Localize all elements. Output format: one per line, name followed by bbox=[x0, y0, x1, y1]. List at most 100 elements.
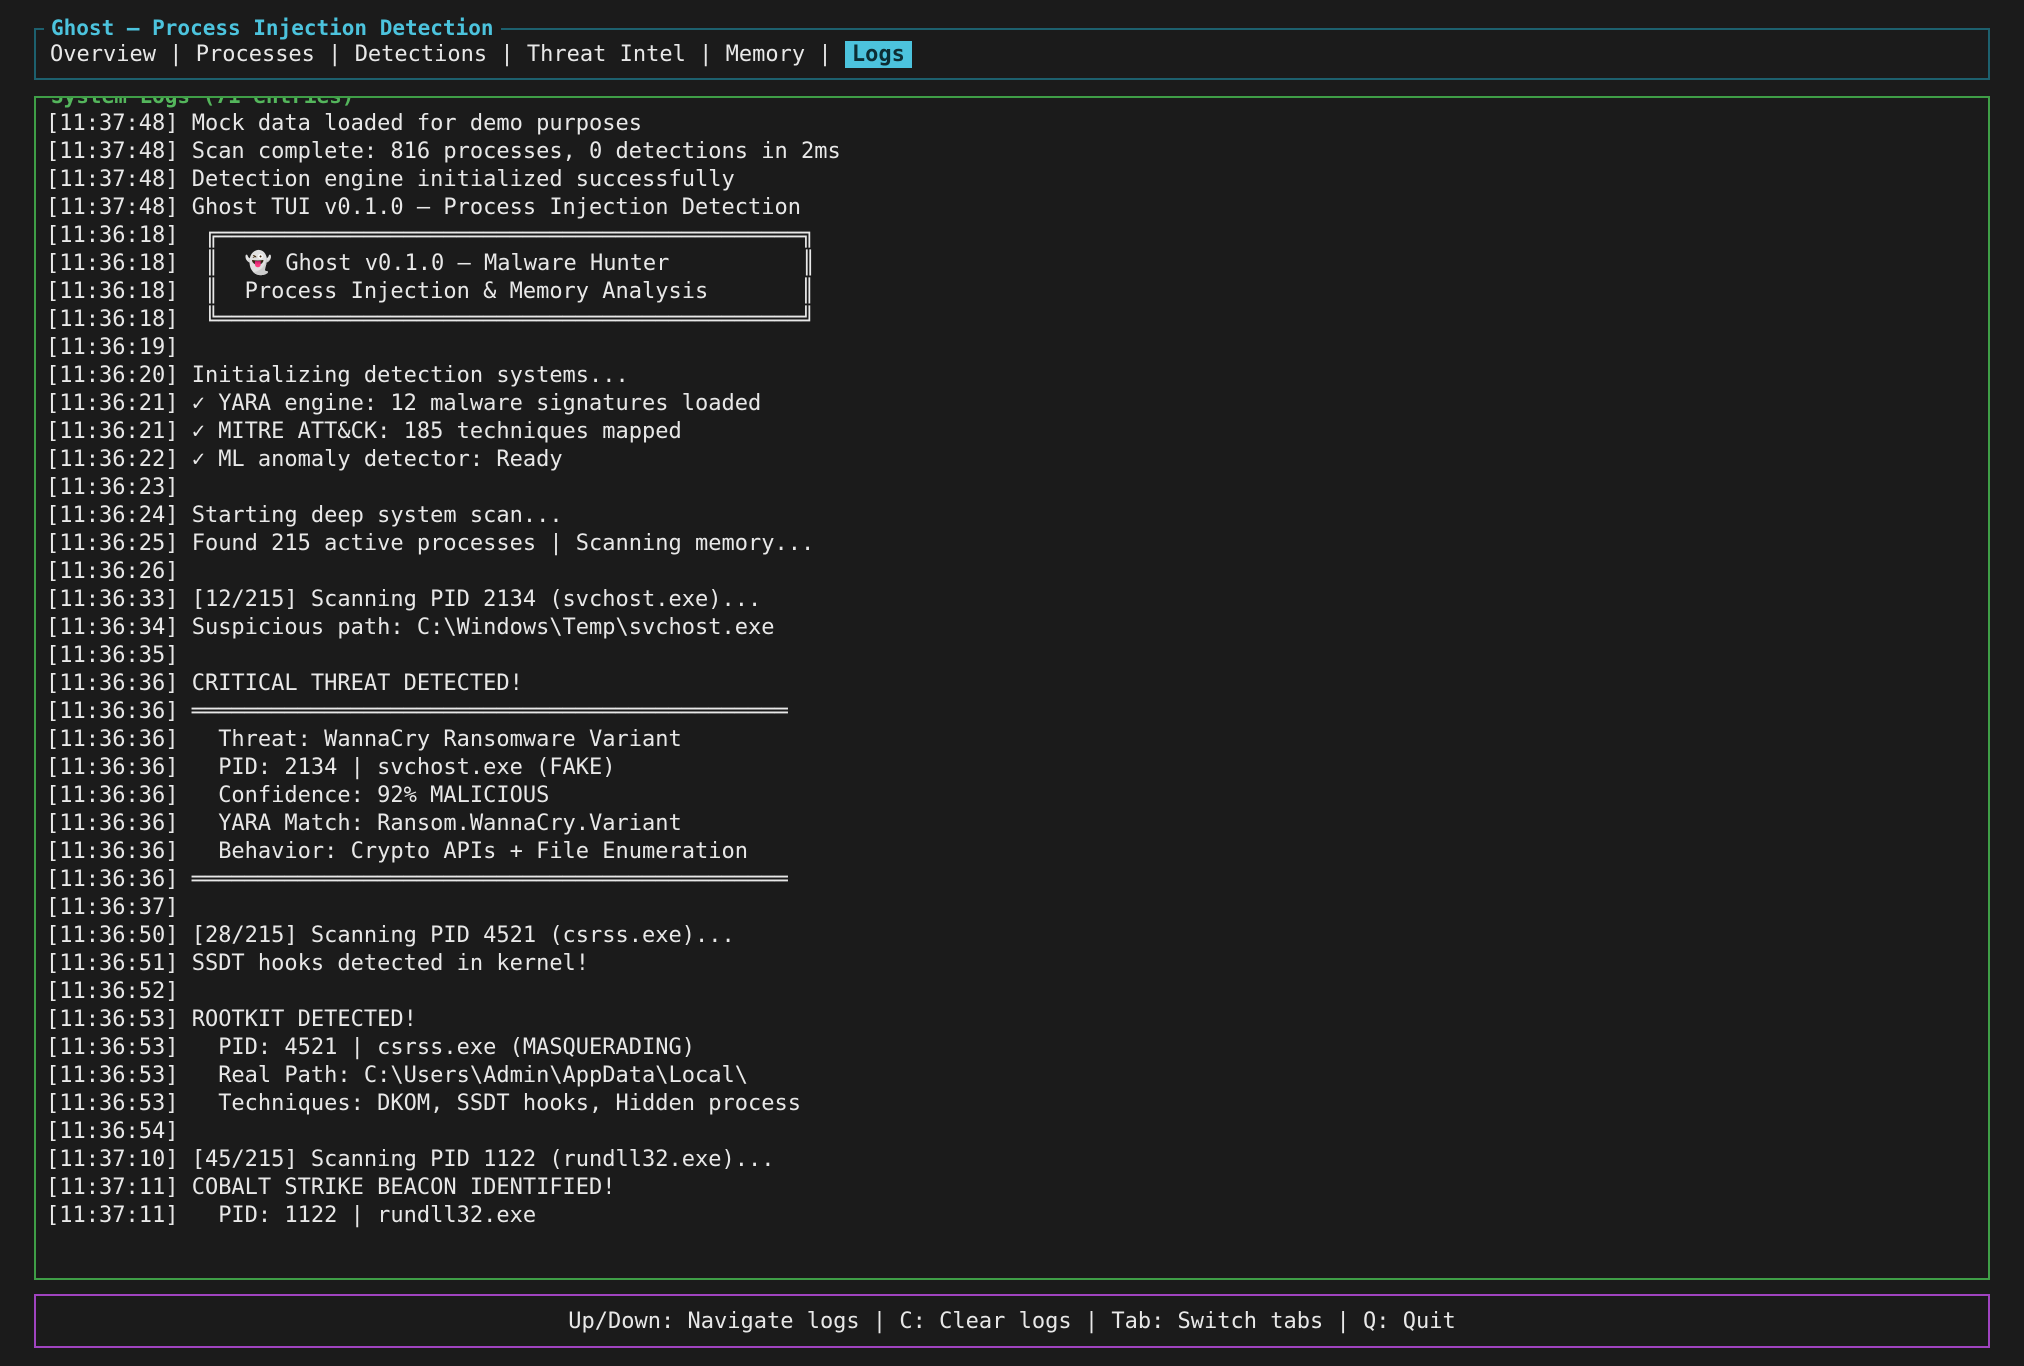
log-timestamp: [11:37:48] bbox=[46, 139, 178, 164]
log-message: ════════════════════════════════════════… bbox=[178, 699, 787, 724]
log-entry: [11:36:18] ║ 👻 Ghost v0.1.0 — Malware Hu… bbox=[46, 250, 1978, 278]
log-timestamp: [11:36:54] bbox=[46, 1119, 178, 1144]
log-message: Behavior: Crypto APIs + File Enumeration bbox=[178, 839, 748, 864]
log-timestamp: [11:36:36] bbox=[46, 839, 178, 864]
tab-processes[interactable]: Processes bbox=[196, 42, 315, 67]
log-message: ║ 👻 Ghost v0.1.0 — Malware Hunter ║ bbox=[178, 251, 815, 276]
log-entry: [11:36:21] ✓ YARA engine: 12 malware sig… bbox=[46, 390, 1978, 418]
log-message: Ghost TUI v0.1.0 — Process Injection Det… bbox=[178, 195, 801, 220]
tab-threat-intel[interactable]: Threat Intel bbox=[527, 42, 686, 67]
log-timestamp: [11:37:11] bbox=[46, 1175, 178, 1200]
log-entry: [11:36:34] Suspicious path: C:\Windows\T… bbox=[46, 614, 1978, 642]
log-timestamp: [11:36:53] bbox=[46, 1091, 178, 1116]
log-entry: [11:36:24] Starting deep system scan... bbox=[46, 502, 1978, 530]
log-message: Real Path: C:\Users\Admin\AppData\Local\ bbox=[178, 1063, 748, 1088]
log-entry: [11:37:11] COBALT STRIKE BEACON IDENTIFI… bbox=[46, 1174, 1978, 1202]
tab-logs[interactable]: Logs bbox=[845, 41, 912, 68]
log-message: ║ Process Injection & Memory Analysis ║ bbox=[178, 279, 814, 304]
log-message: YARA Match: Ransom.WannaCry.Variant bbox=[178, 811, 681, 836]
logs-panel: System Logs (71 entries) [11:37:48] Mock… bbox=[34, 96, 1990, 1280]
log-timestamp: [11:36:53] bbox=[46, 1063, 178, 1088]
log-entry: [11:36:33] [12/215] Scanning PID 2134 (s… bbox=[46, 586, 1978, 614]
log-timestamp: [11:36:51] bbox=[46, 951, 178, 976]
log-entry: [11:36:22] ✓ ML anomaly detector: Ready bbox=[46, 446, 1978, 474]
log-timestamp: [11:37:11] bbox=[46, 1203, 178, 1228]
log-message: PID: 2134 | svchost.exe (FAKE) bbox=[178, 755, 615, 780]
terminal-screen: Ghost — Process Injection Detection Over… bbox=[0, 0, 2024, 1366]
log-message: Suspicious path: C:\Windows\Temp\svchost… bbox=[178, 615, 774, 640]
log-entry: [11:36:20] Initializing detection system… bbox=[46, 362, 1978, 390]
log-timestamp: [11:36:18] bbox=[46, 279, 178, 304]
tab-separator: | bbox=[686, 42, 726, 67]
log-message: ╚═══════════════════════════════════════… bbox=[178, 307, 814, 332]
log-message: ✓ MITRE ATT&CK: 185 techniques mapped bbox=[178, 419, 681, 444]
log-message: CRITICAL THREAT DETECTED! bbox=[178, 671, 522, 696]
log-message: COBALT STRIKE BEACON IDENTIFIED! bbox=[178, 1175, 615, 1200]
log-message: ✓ YARA engine: 12 malware signatures loa… bbox=[178, 391, 761, 416]
log-timestamp: [11:36:18] bbox=[46, 307, 178, 332]
tab-detections[interactable]: Detections bbox=[355, 42, 487, 67]
tab-separator: | bbox=[487, 42, 527, 67]
tab-memory[interactable]: Memory bbox=[726, 42, 805, 67]
log-message: ╔═══════════════════════════════════════… bbox=[178, 223, 814, 248]
log-entry: [11:36:37] bbox=[46, 894, 1978, 922]
log-timestamp: [11:36:50] bbox=[46, 923, 178, 948]
log-message: Initializing detection systems... bbox=[178, 363, 628, 388]
log-timestamp: [11:36:21] bbox=[46, 419, 178, 444]
log-timestamp: [11:36:36] bbox=[46, 811, 178, 836]
log-timestamp: [11:36:22] bbox=[46, 447, 178, 472]
log-entry: [11:36:18] ╚════════════════════════════… bbox=[46, 306, 1978, 334]
footer-bar: Up/Down: Navigate logs | C: Clear logs |… bbox=[34, 1294, 1990, 1348]
log-timestamp: [11:36:25] bbox=[46, 531, 178, 556]
log-entry: [11:36:36] Threat: WannaCry Ransomware V… bbox=[46, 726, 1978, 754]
log-timestamp: [11:36:18] bbox=[46, 223, 178, 248]
log-message: Scan complete: 816 processes, 0 detectio… bbox=[178, 139, 840, 164]
log-message: [28/215] Scanning PID 4521 (csrss.exe)..… bbox=[178, 923, 734, 948]
log-entry: [11:36:36] CRITICAL THREAT DETECTED! bbox=[46, 670, 1978, 698]
log-timestamp: [11:37:10] bbox=[46, 1147, 178, 1172]
log-entry: [11:37:10] [45/215] Scanning PID 1122 (r… bbox=[46, 1146, 1978, 1174]
log-entry: [11:36:18] ╔════════════════════════════… bbox=[46, 222, 1978, 250]
log-entry: [11:37:48] Ghost TUI v0.1.0 — Process In… bbox=[46, 194, 1978, 222]
log-timestamp: [11:36:35] bbox=[46, 643, 178, 668]
app-title: Ghost — Process Injection Detection bbox=[44, 15, 501, 42]
log-timestamp: [11:36:52] bbox=[46, 979, 178, 1004]
log-timestamp: [11:36:36] bbox=[46, 867, 178, 892]
log-list[interactable]: [11:37:48] Mock data loaded for demo pur… bbox=[36, 98, 1988, 1230]
log-timestamp: [11:37:48] bbox=[46, 111, 178, 136]
log-entry: [11:37:11] PID: 1122 | rundll32.exe bbox=[46, 1202, 1978, 1230]
log-entry: [11:37:48] Detection engine initialized … bbox=[46, 166, 1978, 194]
log-timestamp: [11:36:37] bbox=[46, 895, 178, 920]
tab-bar: Ghost — Process Injection Detection Over… bbox=[34, 28, 1990, 80]
log-timestamp: [11:36:36] bbox=[46, 755, 178, 780]
log-message: PID: 4521 | csrss.exe (MASQUERADING) bbox=[178, 1035, 695, 1060]
log-timestamp: [11:37:48] bbox=[46, 195, 178, 220]
log-entry: [11:36:35] bbox=[46, 642, 1978, 670]
log-entry: [11:36:36] ═════════════════════════════… bbox=[46, 866, 1978, 894]
log-message: Detection engine initialized successfull… bbox=[178, 167, 734, 192]
log-message: Threat: WannaCry Ransomware Variant bbox=[178, 727, 681, 752]
log-entry: [11:36:18] ║ Process Injection & Memory … bbox=[46, 278, 1978, 306]
log-entry: [11:36:36] Confidence: 92% MALICIOUS bbox=[46, 782, 1978, 810]
log-timestamp: [11:36:36] bbox=[46, 783, 178, 808]
log-entry: [11:36:53] Techniques: DKOM, SSDT hooks,… bbox=[46, 1090, 1978, 1118]
log-entry: [11:36:52] bbox=[46, 978, 1978, 1006]
log-message: ✓ ML anomaly detector: Ready bbox=[178, 447, 562, 472]
log-timestamp: [11:36:36] bbox=[46, 727, 178, 752]
log-message: Starting deep system scan... bbox=[178, 503, 562, 528]
log-entry: [11:36:50] [28/215] Scanning PID 4521 (c… bbox=[46, 922, 1978, 950]
tab-separator: | bbox=[805, 42, 845, 67]
log-entry: [11:36:51] SSDT hooks detected in kernel… bbox=[46, 950, 1978, 978]
log-timestamp: [11:36:21] bbox=[46, 391, 178, 416]
log-entry: [11:36:36] YARA Match: Ransom.WannaCry.V… bbox=[46, 810, 1978, 838]
log-entry: [11:36:26] bbox=[46, 558, 1978, 586]
log-entry: [11:36:54] bbox=[46, 1118, 1978, 1146]
log-message: SSDT hooks detected in kernel! bbox=[178, 951, 589, 976]
log-message: ════════════════════════════════════════… bbox=[178, 867, 787, 892]
log-entry: [11:36:53] Real Path: C:\Users\Admin\App… bbox=[46, 1062, 1978, 1090]
tab-overview[interactable]: Overview bbox=[50, 42, 156, 67]
tab-separator: | bbox=[156, 42, 196, 67]
logs-panel-title: System Logs (71 entries) bbox=[44, 96, 361, 110]
log-message: Confidence: 92% MALICIOUS bbox=[178, 783, 549, 808]
log-entry: [11:36:36] PID: 2134 | svchost.exe (FAKE… bbox=[46, 754, 1978, 782]
